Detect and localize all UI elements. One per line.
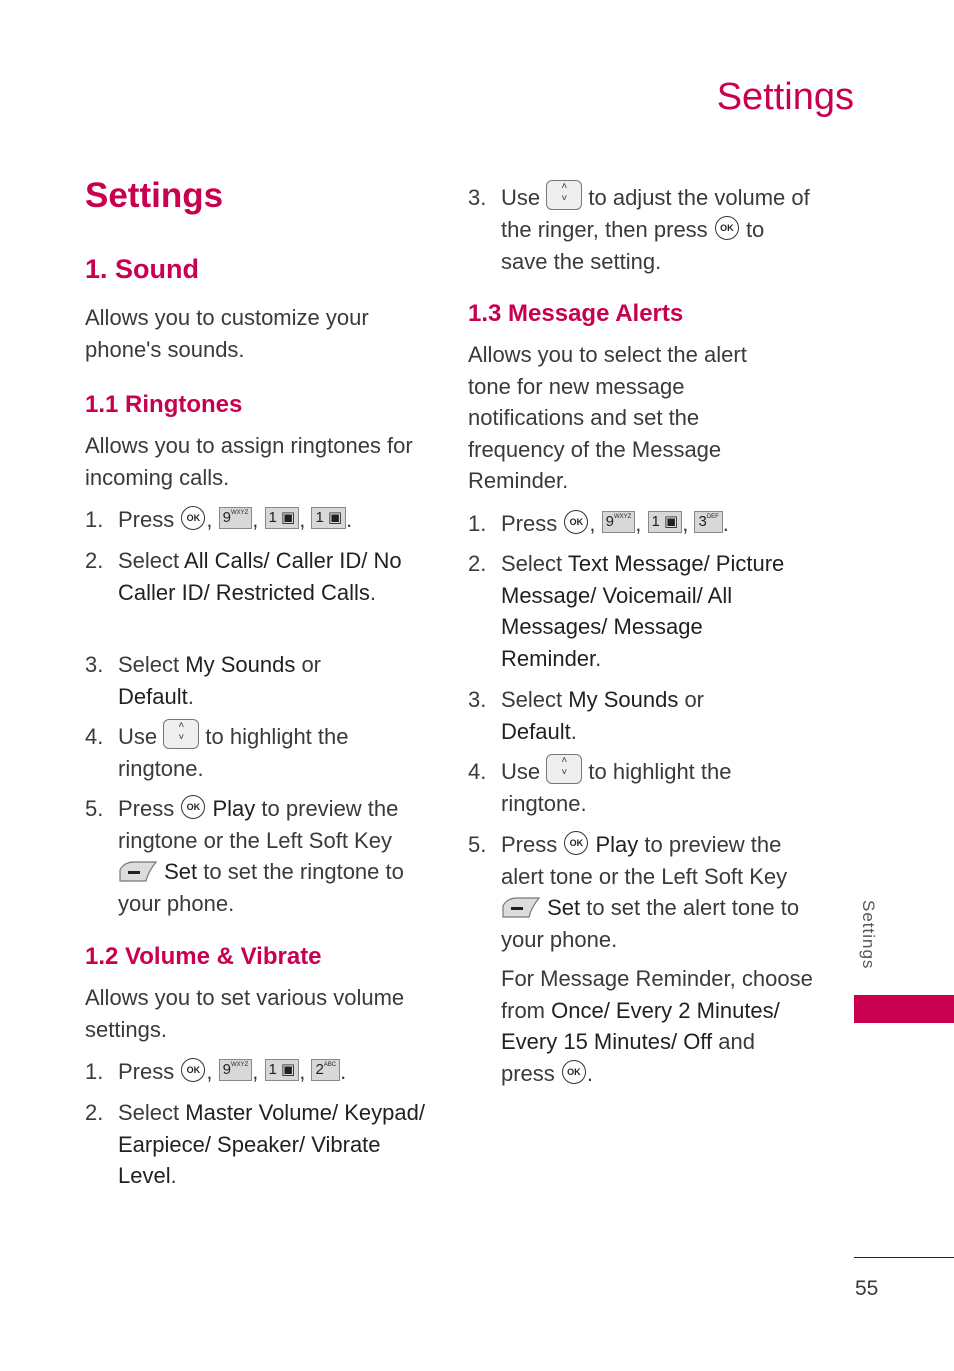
nav-key-icon: ˄ ˅ <box>546 180 583 211</box>
key-9-icon: 9WXYZ <box>601 511 636 534</box>
sound-heading: 1. Sound <box>85 254 199 284</box>
message-alerts-description: Allows you to select the alert tone for … <box>468 342 747 493</box>
sound-description: Allows you to customize your phone's sou… <box>85 305 369 362</box>
message-reminder-note: For Message Reminder, choose from Once/ … <box>501 966 813 1086</box>
key-9-icon: 9WXYZ <box>218 1059 253 1082</box>
volume-step-1: 1. Press OK, 9WXYZ, 1 ▣, 2ABC. <box>85 1058 347 1084</box>
left-soft-key-icon <box>119 861 158 882</box>
ringtones-step-4: 4. Use ˄ ˅ to highlight the ringtone. <box>85 719 349 782</box>
key-9-icon: 9WXYZ <box>218 507 253 530</box>
ringtones-step-1: 1. Press OK, 9WXYZ, 1 ▣, 1 ▣. <box>85 506 353 532</box>
nav-key-icon: ˄ ˅ <box>546 754 583 785</box>
ok-key-icon: OK <box>181 1058 206 1083</box>
ok-key-icon: OK <box>181 506 206 531</box>
volume-heading: 1.2 Volume & Vibrate <box>85 943 322 970</box>
alerts-step-5: 5. Press OK Play to preview the alert to… <box>468 831 800 952</box>
ok-key-icon: OK <box>714 216 739 241</box>
ringtones-step-3: 3. Select My Sounds or Default. <box>85 652 322 709</box>
volume-step-2: 2. Select Master Volume/ Keypad/ Earpiec… <box>85 1100 425 1188</box>
ok-key-icon: OK <box>564 510 589 535</box>
key-1-icon: 1 ▣ <box>647 511 683 534</box>
ok-key-icon: OK <box>181 795 206 820</box>
alerts-step-2: 2. Select Text Message/ Picture Message/… <box>468 551 785 671</box>
page-number: 55 <box>855 1277 879 1300</box>
alerts-step-1: 1. Press OK, 9WXYZ, 1 ▣, 3DEF. <box>468 510 729 536</box>
message-alerts-heading: 1.3 Message Alerts <box>468 300 684 327</box>
key-1-icon: 1 ▣ <box>264 1059 300 1082</box>
ringtones-step-5: 5. Press OK Play to preview the ringtone… <box>85 795 404 916</box>
ok-key-icon: OK <box>561 1059 586 1084</box>
key-1-icon: 1 ▣ <box>264 507 300 530</box>
ringtones-step-2: 2. Select All Calls/ Caller ID/ No Calle… <box>85 548 402 605</box>
page-header-title: Settings <box>716 76 854 118</box>
ringtones-heading: 1.1 Ringtones <box>85 391 243 418</box>
key-2-icon: 2ABC <box>311 1059 341 1082</box>
alerts-step-3: 3. Select My Sounds or Default. <box>468 687 705 744</box>
alerts-step-4: 4. Use ˄ ˅ to highlight the ringtone. <box>468 754 732 817</box>
nav-key-icon: ˄ ˅ <box>163 719 200 750</box>
footer-rule <box>854 1257 954 1258</box>
ringtones-description: Allows you to assign ringtones for incom… <box>85 433 413 490</box>
left-soft-key-icon <box>502 897 541 918</box>
volume-description: Allows you to set various volume setting… <box>85 985 405 1042</box>
volume-step-3: 3. Use ˄ ˅ to adjust the volume of the ri… <box>468 180 810 274</box>
side-tab-marker <box>854 995 954 1023</box>
ok-key-icon: OK <box>564 831 589 856</box>
section-title: Settings <box>85 176 224 215</box>
key-3-icon: 3DEF <box>694 511 723 534</box>
side-tab-label: Settings <box>859 900 878 970</box>
key-1-icon: 1 ▣ <box>311 507 347 530</box>
